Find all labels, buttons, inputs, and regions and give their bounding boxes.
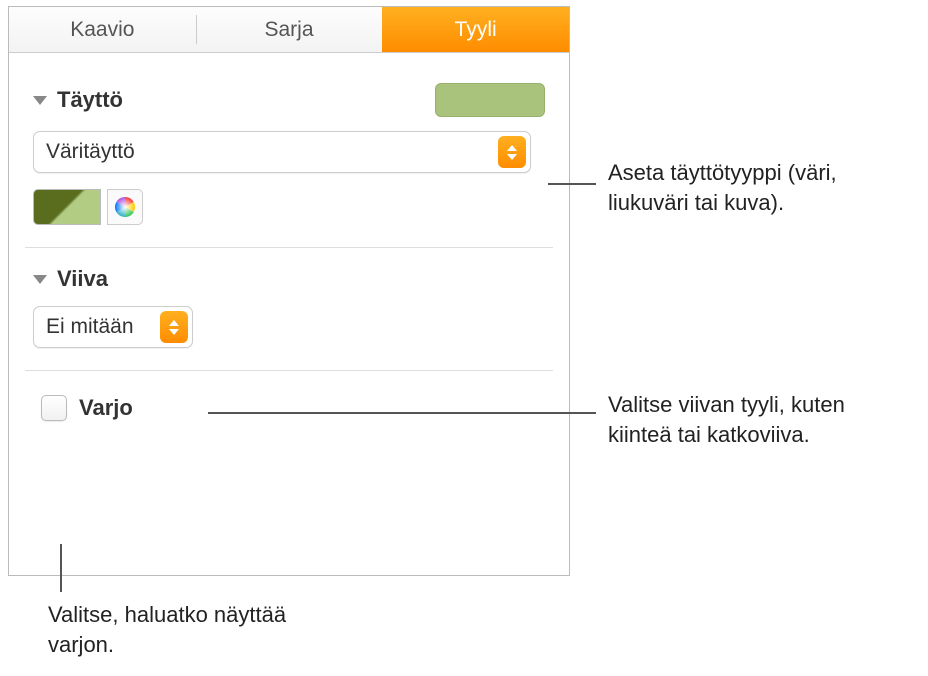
tab-series-label: Sarja — [264, 18, 313, 42]
inspector-panel: Kaavio Sarja Tyyli Täyttö Väritäyttö — [8, 6, 570, 576]
tab-style-label: Tyyli — [455, 18, 497, 42]
fill-color-swatch[interactable] — [435, 83, 545, 117]
line-section: Viiva Ei mitään — [25, 247, 553, 370]
line-style-popup[interactable]: Ei mitään — [33, 306, 193, 348]
stepper-icon — [498, 136, 526, 168]
disclosure-line[interactable] — [33, 275, 47, 284]
fill-type-value: Väritäyttö — [46, 140, 135, 164]
tab-bar: Kaavio Sarja Tyyli — [9, 7, 569, 53]
color-wheel-button[interactable] — [107, 189, 143, 225]
tab-chart[interactable]: Kaavio — [9, 7, 196, 52]
callout-shadow: Valitse, haluatko näyttää varjon. — [48, 600, 308, 659]
tab-chart-label: Kaavio — [70, 18, 134, 42]
callout-line-fill — [548, 183, 596, 185]
fill-section: Täyttö Väritäyttö — [25, 65, 553, 247]
panel-body: Täyttö Väritäyttö — [9, 53, 569, 461]
shadow-checkbox[interactable] — [41, 395, 67, 421]
tab-series[interactable]: Sarja — [196, 7, 383, 52]
fill-title: Täyttö — [57, 87, 123, 113]
stepper-icon — [160, 311, 188, 343]
color-wheel-icon — [113, 195, 137, 219]
tab-style[interactable]: Tyyli — [382, 7, 569, 52]
callout-fill: Aseta täyttötyyppi (väri, liukuväri tai … — [608, 158, 908, 217]
shadow-label: Varjo — [79, 395, 133, 421]
line-style-value: Ei mitään — [46, 315, 134, 339]
shadow-section: Varjo — [25, 370, 553, 449]
callout-line-line — [208, 412, 596, 414]
fill-gradient-swatch[interactable] — [33, 189, 101, 225]
callout-line-shadow — [60, 544, 62, 592]
line-title: Viiva — [57, 266, 108, 292]
callout-line: Valitse viivan tyyli, kuten kiinteä tai … — [608, 390, 908, 449]
disclosure-fill[interactable] — [33, 96, 47, 105]
fill-type-popup[interactable]: Väritäyttö — [33, 131, 531, 173]
fill-color-picker-row — [33, 189, 545, 225]
